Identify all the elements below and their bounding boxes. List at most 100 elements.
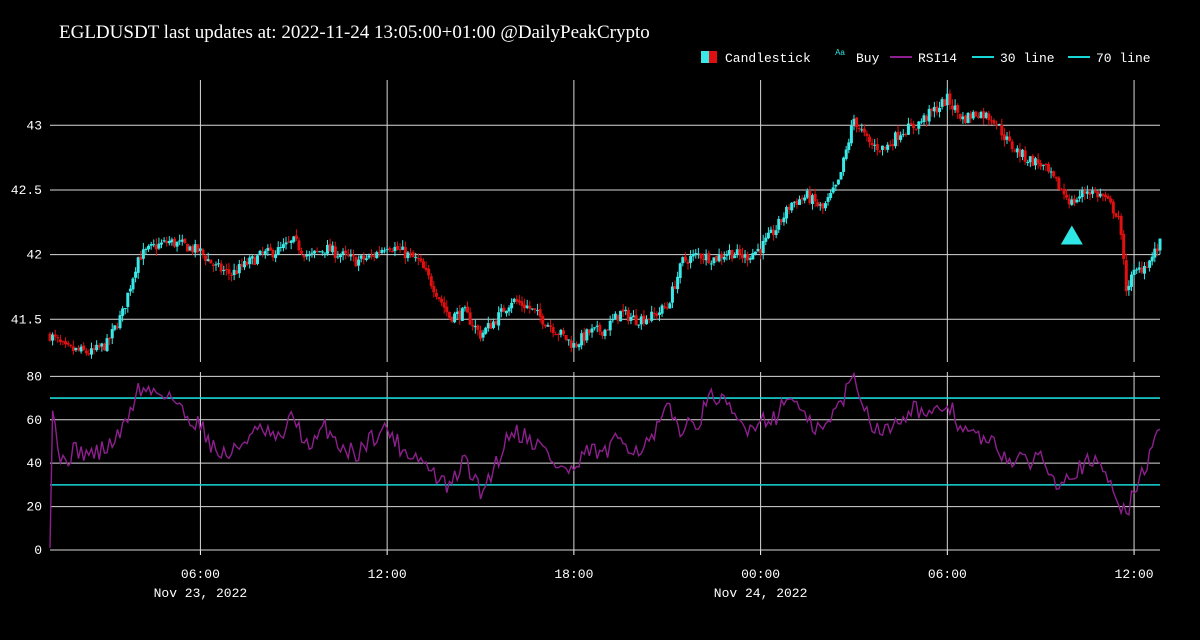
candle-body	[621, 309, 625, 312]
candle-body	[157, 243, 161, 249]
candle-body	[126, 292, 130, 307]
rsi-y-tick-label: 80	[26, 369, 42, 384]
candle-body	[761, 240, 765, 254]
candle-body	[450, 316, 454, 322]
candle-body	[971, 111, 975, 119]
candle-body	[1093, 191, 1097, 193]
candle-body	[1111, 201, 1115, 214]
candle-body	[160, 242, 164, 245]
candle-body	[899, 135, 903, 140]
candle-body	[162, 240, 166, 242]
candle-body	[491, 321, 495, 328]
candle-body	[380, 249, 384, 254]
candle-body	[691, 254, 695, 257]
candle-body	[953, 105, 957, 111]
candle-body	[372, 255, 376, 258]
candle-body	[455, 311, 459, 314]
candle-body	[318, 251, 322, 253]
price-y-tick-label: 41.5	[11, 312, 42, 327]
candle-body	[266, 248, 270, 251]
candle-body	[678, 263, 682, 278]
candle-body	[1036, 159, 1040, 164]
candle-body	[66, 343, 70, 345]
candle-body	[836, 179, 840, 185]
candle-body	[798, 199, 802, 205]
candle-body	[211, 264, 215, 266]
candle-body	[1023, 150, 1027, 162]
candle-body	[976, 116, 980, 118]
candle-body	[1002, 134, 1006, 141]
x-tick-label: 06:00	[928, 567, 967, 582]
candle-body	[805, 190, 809, 198]
candle-body	[839, 172, 843, 180]
candle-body	[398, 248, 402, 250]
candle-body	[331, 245, 335, 253]
candle-body	[458, 310, 462, 320]
candle-body	[445, 306, 449, 313]
chart-background	[0, 0, 1200, 640]
candle-body	[136, 257, 140, 273]
candle-body	[77, 347, 81, 351]
candle-body	[357, 259, 361, 266]
candle-body	[549, 325, 553, 327]
candle-body	[603, 329, 607, 337]
candle-body	[1155, 248, 1159, 252]
candle-body	[984, 112, 988, 118]
candle-body	[930, 108, 934, 111]
candle-body	[1010, 141, 1014, 150]
candle-body	[639, 316, 643, 325]
candle-body	[587, 329, 591, 333]
candle-body	[338, 255, 342, 257]
candle-body	[510, 302, 514, 309]
candle-body	[595, 325, 599, 327]
candle-body	[1127, 285, 1131, 291]
price-y-tick-label: 43	[26, 118, 42, 133]
candle-body	[995, 124, 999, 126]
candle-body	[261, 252, 265, 254]
candle-body	[434, 292, 438, 297]
candle-body	[268, 247, 272, 251]
candle-body	[128, 288, 132, 292]
candle-body	[966, 112, 970, 124]
candle-body	[214, 264, 218, 266]
candle-body	[740, 253, 744, 259]
candle-body	[1101, 194, 1105, 196]
candle-body	[530, 308, 534, 310]
candle-body	[829, 192, 833, 198]
candle-body	[715, 256, 719, 261]
candle-body	[484, 327, 488, 334]
candle-body	[281, 244, 285, 249]
candle-body	[883, 146, 887, 149]
candle-body	[733, 255, 737, 259]
candle-body	[284, 242, 288, 245]
candle-body	[460, 308, 464, 321]
candle-body	[479, 330, 483, 339]
candle-body	[396, 245, 400, 250]
candle-body	[699, 253, 703, 259]
candle-body	[922, 115, 926, 123]
candle-body	[808, 191, 812, 204]
candle-body	[313, 250, 317, 254]
candle-body	[774, 230, 778, 235]
candle-body	[567, 339, 571, 341]
candle-body	[188, 246, 192, 251]
candle-body	[538, 309, 542, 317]
candle-body	[1015, 148, 1019, 153]
candle-body	[676, 276, 680, 290]
candle-body	[606, 329, 610, 331]
candle-body	[759, 249, 763, 254]
candle-body	[84, 350, 88, 354]
candle-body	[253, 257, 257, 265]
candle-body	[432, 286, 436, 293]
candle-body	[227, 269, 231, 274]
candle-body	[230, 274, 234, 276]
candle-body	[909, 123, 913, 125]
candle-body	[559, 329, 563, 335]
legend-label: Candlestick	[725, 51, 811, 66]
candle-body	[468, 312, 472, 325]
candle-body	[323, 252, 327, 254]
candle-body	[421, 261, 425, 269]
candle-body	[152, 244, 156, 246]
candle-body	[860, 129, 864, 131]
candle-body	[354, 257, 358, 267]
